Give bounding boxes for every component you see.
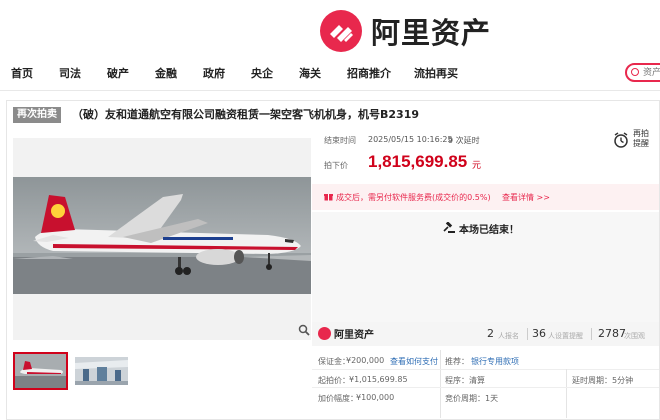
end-time-value: 2025/05/15 10:16:25 bbox=[368, 135, 453, 144]
stat-separator bbox=[591, 328, 592, 340]
start-price-value: ¥1,015,699.85 bbox=[349, 375, 408, 384]
recommend-link[interactable]: 银行专用款项 bbox=[471, 356, 519, 367]
gavel-icon bbox=[443, 222, 455, 233]
nav-item-judicial[interactable]: 司法 bbox=[59, 65, 81, 81]
service-fee-notice: 成交后，需另付软件服务费(成交价的0.5%) 查看详情 >> bbox=[312, 184, 659, 210]
site-header: 阿里资产 bbox=[0, 0, 660, 56]
ali-asset-logo-icon bbox=[320, 10, 362, 52]
thumbnail-2[interactable] bbox=[75, 357, 128, 385]
nav-item-government[interactable]: 政府 bbox=[203, 65, 225, 81]
notice-text: 成交后，需另付软件服务费(成交价的0.5%) bbox=[336, 193, 491, 202]
bid-period-label: 竞价周期： bbox=[445, 394, 485, 403]
increment-value: ¥100,000 bbox=[356, 393, 395, 402]
delay-period-value: 5分钟 bbox=[612, 376, 634, 385]
stats-logo-text: 阿里资产 bbox=[334, 330, 374, 341]
nav-item-home[interactable]: 首页 bbox=[11, 65, 33, 81]
nav-item-finance[interactable]: 金融 bbox=[155, 65, 177, 81]
deposit-value: ¥200,000 bbox=[346, 356, 385, 365]
detail-row-divider bbox=[312, 369, 659, 370]
procedure-value: 清算 bbox=[469, 376, 485, 385]
item-title: （破）友和道通航空有限公司融资租赁一架空客飞机机身，机号B2319 bbox=[72, 108, 419, 121]
alarm-clock-icon bbox=[614, 132, 628, 148]
price-unit: 元 bbox=[472, 161, 482, 171]
delay-count: 9 次延时 bbox=[448, 136, 480, 145]
detail-divider bbox=[566, 369, 567, 418]
notice-details-link[interactable]: 查看详情 >> bbox=[502, 192, 550, 203]
delay-period-label: 延时周期： bbox=[572, 376, 612, 385]
reminder-count: 36 bbox=[532, 327, 546, 340]
detail-row-divider bbox=[312, 387, 659, 388]
remind-button[interactable]: 再拍提醒 bbox=[612, 129, 652, 151]
view-count: 2787 bbox=[598, 327, 626, 340]
nav-item-investment[interactable]: 招商推介 bbox=[347, 65, 391, 81]
main-nav: 首页 司法 破产 金融 政府 央企 海关 招商推介 流拍再买 bbox=[0, 61, 660, 85]
ali-asset-mini-icon bbox=[318, 327, 331, 340]
gift-icon bbox=[324, 194, 333, 201]
logo-text: 阿里资产 bbox=[371, 16, 492, 50]
recommend-label: 推荐： bbox=[445, 357, 469, 366]
end-time-label: 结束时间 bbox=[324, 136, 356, 145]
stats-logo: 阿里资产 bbox=[318, 326, 374, 341]
stat-separator bbox=[527, 328, 528, 340]
nav-item-relist[interactable]: 流拍再买 bbox=[414, 65, 458, 81]
remind-label: 再拍提醒 bbox=[633, 129, 649, 148]
reminder-label: 人设置提醒 bbox=[548, 332, 583, 340]
view-label: 次围观 bbox=[624, 332, 645, 340]
final-price: 1,815,699.85 bbox=[368, 152, 468, 171]
procedure-label: 程序： bbox=[445, 376, 469, 385]
magnifier-icon[interactable] bbox=[298, 324, 310, 336]
reauction-badge: 再次拍卖 bbox=[13, 107, 61, 123]
nav-item-central-enterprise[interactable]: 央企 bbox=[251, 65, 273, 81]
bid-period-value: 1天 bbox=[485, 394, 499, 403]
signup-count: 2 bbox=[487, 327, 494, 340]
increment-label: 加价幅度： bbox=[318, 394, 358, 403]
nav-divider bbox=[0, 90, 660, 91]
nav-item-bankruptcy[interactable]: 破产 bbox=[107, 65, 129, 81]
price-label: 拍下价 bbox=[324, 161, 348, 170]
search-icon bbox=[631, 68, 639, 76]
detail-divider bbox=[440, 350, 441, 418]
auction-ended-text: 本场已结束！ bbox=[459, 225, 519, 236]
nav-item-customs[interactable]: 海关 bbox=[299, 65, 321, 81]
search-box[interactable] bbox=[625, 63, 660, 82]
signup-label: 人报名 bbox=[498, 332, 519, 340]
start-price-label: 起拍价： bbox=[318, 376, 350, 385]
thumbnail-1[interactable] bbox=[13, 352, 68, 390]
main-photo[interactable] bbox=[13, 177, 311, 294]
deposit-pay-link[interactable]: 查看如何支付 bbox=[390, 356, 438, 367]
site-logo[interactable]: 阿里资产 bbox=[320, 10, 491, 52]
